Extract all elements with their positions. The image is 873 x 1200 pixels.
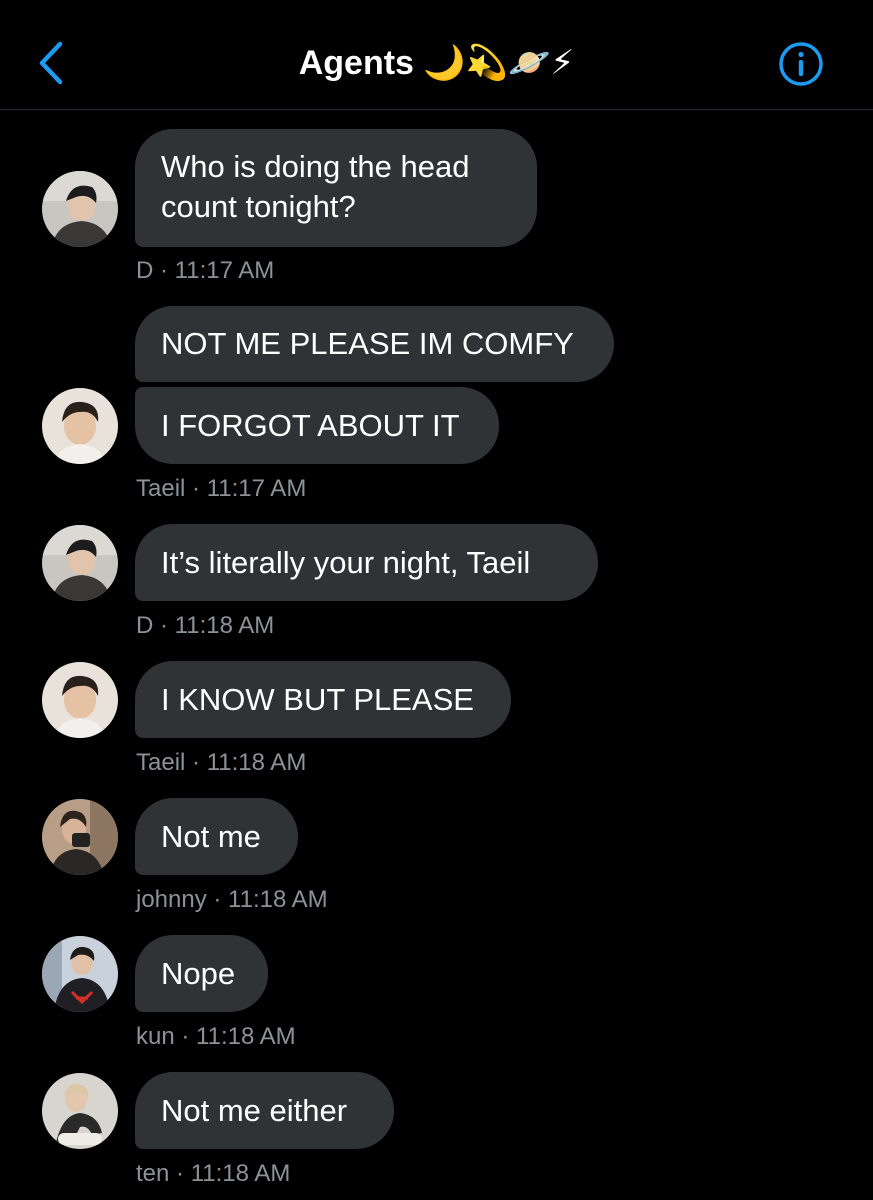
message-bubble[interactable]: I KNOW BUT PLEASE: [135, 661, 511, 738]
avatar-ten[interactable]: [42, 1073, 118, 1149]
avatar-d[interactable]: [42, 171, 118, 247]
message-meta: Taeil · 11:18 AM: [136, 749, 307, 776]
message-bubble[interactable]: Nope: [135, 935, 268, 1012]
conversation-info-button[interactable]: [777, 40, 825, 88]
conversation-title[interactable]: Agents 🌙💫🪐⚡: [0, 38, 873, 88]
avatar-johnny[interactable]: [42, 799, 118, 875]
message-meta: ten · 11:18 AM: [136, 1160, 291, 1187]
message-bubble[interactable]: I FORGOT ABOUT IT: [135, 387, 499, 464]
info-circle-icon: [779, 42, 823, 86]
message-meta: D · 11:18 AM: [136, 612, 275, 639]
message-bubble[interactable]: Not me: [135, 798, 298, 875]
message-bubble[interactable]: Who is doing the head count tonight?: [135, 129, 537, 247]
message-meta: Taeil · 11:17 AM: [136, 475, 307, 502]
dm-conversation-screen: Agents 🌙💫🪐⚡ Who is doing the head count …: [0, 0, 873, 1200]
avatar-kun[interactable]: [42, 936, 118, 1012]
message-bubble[interactable]: Not me either: [135, 1072, 394, 1149]
message-meta: D · 11:17 AM: [136, 257, 275, 284]
avatar-d[interactable]: [42, 525, 118, 601]
message-meta: johnny · 11:18 AM: [136, 886, 328, 913]
message-bubble[interactable]: NOT ME PLEASE IM COMFY: [135, 306, 614, 382]
avatar-taeil[interactable]: [42, 388, 118, 464]
avatar-taeil[interactable]: [42, 662, 118, 738]
message-bubble[interactable]: It’s literally your night, Taeil: [135, 524, 598, 601]
conversation-header: Agents 🌙💫🪐⚡: [0, 0, 873, 110]
message-meta: kun · 11:18 AM: [136, 1023, 296, 1050]
